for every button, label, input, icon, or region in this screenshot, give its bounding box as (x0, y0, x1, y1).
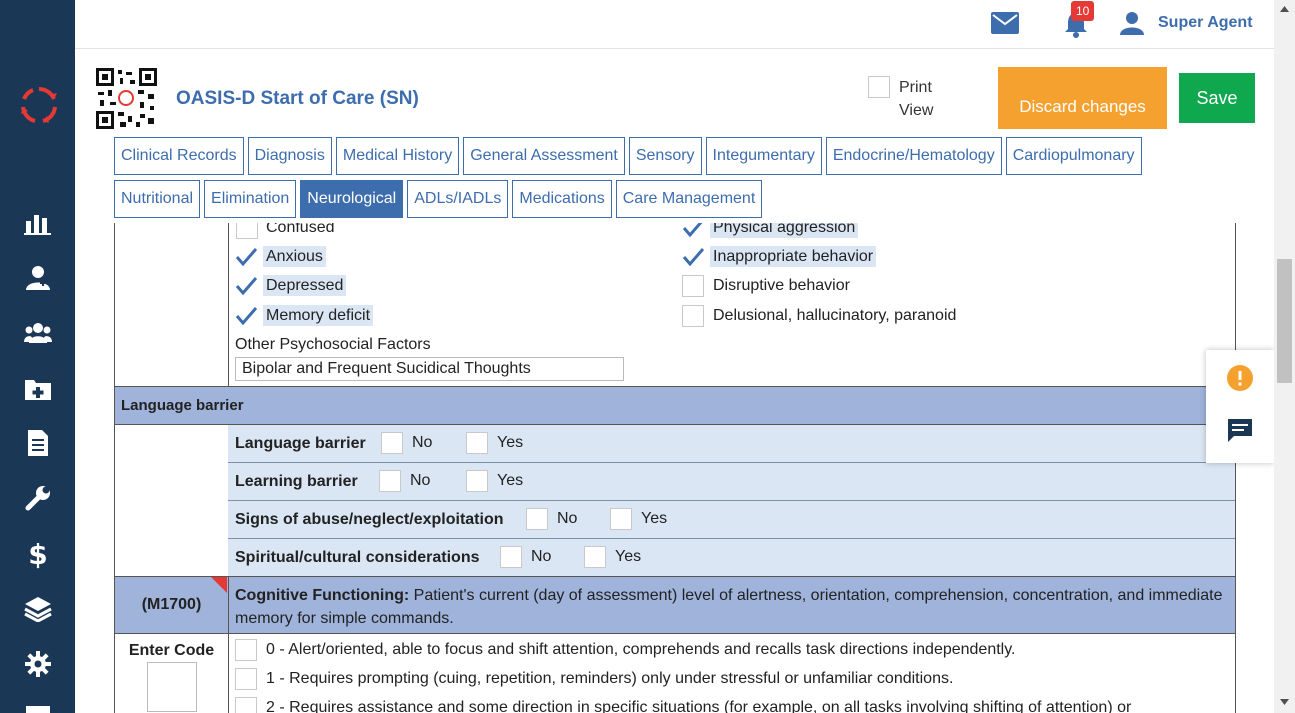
spiritual-yes-checkbox[interactable] (584, 546, 606, 568)
floating-action-panel (1206, 350, 1274, 463)
qr-code (96, 68, 157, 129)
checkbox-memory-deficit-checked[interactable] (235, 305, 257, 327)
app-root: $ 10 Super Agent OASIS-D Start of Care (… (0, 0, 1295, 713)
language-barrier-yes-checkbox[interactable] (466, 432, 488, 454)
tab-neurological[interactable]: Neurological (300, 180, 404, 218)
tab-integumentary[interactable]: Integumentary (705, 137, 822, 175)
cognitive-option-label: 2 - Requires assistance and some directi… (266, 699, 1132, 713)
group-icon[interactable] (22, 317, 54, 349)
tab-general-assessment[interactable]: General Assessment (463, 137, 625, 175)
abuse-no-checkbox[interactable] (526, 508, 548, 530)
behavior-label: Physical aggression (710, 223, 859, 238)
spiritual-no-checkbox[interactable] (500, 546, 522, 568)
form-content: Confused Anxious Depressed Memory defici… (114, 223, 1236, 713)
cognitive-heading: (M1700) Cognitive Functioning: Patient's… (115, 576, 1235, 634)
scroll-up-icon[interactable] (1280, 6, 1289, 12)
nav-extra-icon[interactable] (26, 706, 50, 713)
question-row: Language barrier No Yes (228, 425, 1235, 463)
checkbox-delusional[interactable] (682, 305, 704, 327)
scrollbar-thumb[interactable] (1277, 259, 1292, 383)
other-psychosocial-input[interactable]: Bipolar and Frequent Sucidical Thoughts (235, 357, 624, 381)
user-name[interactable]: Super Agent (1158, 14, 1253, 32)
abuse-yes-checkbox[interactable] (610, 508, 632, 530)
wrench-icon[interactable] (22, 482, 54, 514)
question-row: Spiritual/cultural considerations No Yes (228, 539, 1235, 577)
left-column-divider (228, 634, 229, 713)
tab-adls-iadls[interactable]: ADLs/IADLs (407, 180, 509, 218)
tab-sensory[interactable]: Sensory (628, 137, 702, 175)
print-view-label[interactable]: Print View (899, 76, 949, 122)
checkbox-disruptive-behavior[interactable] (682, 275, 704, 297)
tab-diagnosis[interactable]: Diagnosis (247, 137, 332, 175)
tab-nutritional[interactable]: Nutritional (114, 180, 201, 218)
patient-icon[interactable] (22, 262, 54, 294)
top-bar: 10 Super Agent (75, 0, 1274, 49)
gear-icon[interactable] (22, 648, 54, 680)
folder-add-icon[interactable] (22, 373, 54, 405)
cognitive-option-label: 0 - Alert/oriented, able to focus and sh… (266, 641, 1016, 658)
cognitive-option-2-checkbox[interactable] (235, 697, 257, 713)
enter-code-input[interactable] (147, 662, 197, 712)
behavior-label: Disruptive behavior (713, 277, 850, 294)
checkbox-depressed-checked[interactable] (235, 275, 257, 297)
tab-cardiopulmonary[interactable]: Cardiopulmonary (1005, 137, 1142, 175)
logo-icon[interactable] (19, 85, 59, 125)
chart-icon[interactable] (22, 207, 54, 239)
page-scrollbar[interactable] (1274, 0, 1295, 713)
layers-icon[interactable] (22, 593, 54, 625)
tab-endocrine-hematology[interactable]: Endocrine/Hematology (825, 137, 1002, 175)
tabs-row-1: Clinical Records Diagnosis Medical History… (114, 137, 1146, 175)
scroll-down-icon[interactable] (1280, 699, 1289, 705)
section-heading: Language barrier (115, 386, 1235, 425)
behavior-label: Inappropriate behavior (710, 246, 877, 267)
notification-badge[interactable]: 10 (1071, 1, 1095, 21)
question-row: Signs of abuse/neglect/exploitation No Y… (228, 501, 1235, 539)
chat-icon[interactable] (1227, 418, 1253, 444)
checkbox-anxious-checked[interactable] (235, 246, 257, 268)
checkbox-confused[interactable] (236, 223, 258, 239)
cognitive-option-1-checkbox[interactable] (235, 668, 257, 690)
cognitive-option-label: 1 - Requires prompting (cuing, repetitio… (266, 670, 954, 687)
document-icon[interactable] (22, 427, 54, 459)
red-corner-flag (211, 577, 227, 593)
other-psychosocial-label: Other Psychosocial Factors (235, 336, 431, 353)
learning-barrier-no-checkbox[interactable] (379, 470, 401, 492)
behavior-label: Depressed (263, 275, 347, 296)
left-nav: $ (0, 0, 75, 713)
learning-barrier-yes-checkbox[interactable] (466, 470, 488, 492)
tab-elimination[interactable]: Elimination (204, 180, 297, 218)
tab-medications[interactable]: Medications (512, 180, 612, 218)
question-row: Learning barrier No Yes (228, 463, 1235, 501)
enter-code-label: Enter Code (128, 642, 215, 659)
tab-clinical-records[interactable]: Clinical Records (114, 137, 244, 175)
tab-care-management[interactable]: Care Management (615, 180, 763, 218)
m1700-code: (M1700) (141, 596, 202, 613)
behavior-label: Confused (266, 223, 335, 236)
behavior-label: Anxious (263, 246, 326, 267)
tab-medical-history[interactable]: Medical History (335, 137, 460, 175)
warning-icon[interactable] (1227, 365, 1253, 391)
print-view-checkbox[interactable] (868, 76, 890, 98)
behavior-label: Memory deficit (263, 305, 374, 326)
checkbox-physical-aggression-checked[interactable] (682, 223, 704, 239)
tabs-row-2: Nutritional Elimination Neurological ADLs/I… (114, 180, 766, 218)
save-button[interactable]: Save (1179, 73, 1255, 123)
cognitive-option-0-checkbox[interactable] (235, 639, 257, 661)
checkbox-inappropriate-behavior-checked[interactable] (682, 246, 704, 268)
left-column-divider (228, 223, 229, 386)
user-icon[interactable] (1120, 11, 1144, 35)
language-barrier-no-checkbox[interactable] (381, 432, 403, 454)
discard-changes-button[interactable]: Discard changes (998, 67, 1167, 129)
behavior-label: Delusional, hallucinatory, paranoid (713, 307, 957, 324)
mail-icon[interactable] (991, 12, 1019, 34)
dollar-icon[interactable]: $ (22, 538, 54, 571)
page-title: OASIS-D Start of Care (SN) (176, 88, 419, 109)
